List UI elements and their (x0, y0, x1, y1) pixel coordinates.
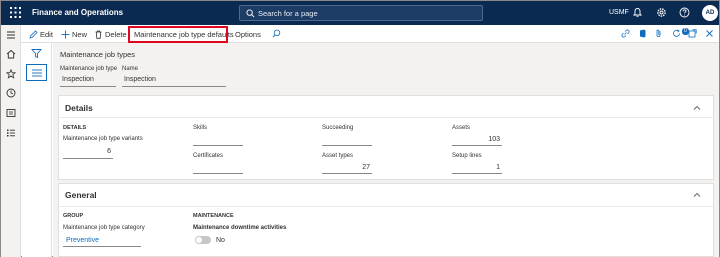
downtime-value: No (216, 237, 225, 244)
list-icon (32, 69, 42, 77)
help-icon[interactable] (679, 7, 690, 18)
app-title[interactable]: Finance and Operations (32, 8, 123, 17)
succeeding-underline (322, 145, 372, 146)
filter-pane (22, 43, 52, 257)
company-picker[interactable]: USMF (609, 9, 629, 16)
modules-list-icon[interactable] (6, 128, 16, 138)
downtime-label: Maintenance downtime activities (193, 225, 287, 231)
general-group-label: GROUP (63, 213, 84, 219)
show-list-button[interactable] (26, 64, 47, 81)
name-value[interactable]: Inspection (124, 76, 156, 83)
page-title: Maintenance job types (60, 50, 136, 59)
succeeding-label: Succeeding (322, 125, 354, 131)
certificates-label: Certificates (193, 153, 224, 159)
details-header[interactable]: Details (65, 103, 93, 113)
filter-icon[interactable] (31, 48, 42, 59)
downtime-toggle[interactable] (195, 236, 211, 244)
name-underline (122, 86, 226, 87)
asset-types-underline (322, 173, 372, 174)
options-label: Options (235, 30, 261, 39)
setup-lines-value[interactable]: 1 (452, 164, 500, 171)
user-avatar[interactable]: AD (702, 5, 718, 21)
job-type-value[interactable]: Inspection (62, 76, 94, 83)
job-type-label: Maintenance job type (60, 66, 118, 72)
refresh-icon[interactable] (672, 29, 681, 38)
search-placeholder: Search for a page (258, 9, 318, 18)
skills-label: Skills (193, 125, 208, 131)
variants-value[interactable]: 6 (65, 148, 111, 155)
general-header[interactable]: General (65, 190, 97, 200)
details-separator (59, 117, 713, 118)
hamburger-menu-icon[interactable] (6, 30, 16, 40)
attachments-icon[interactable] (654, 29, 663, 38)
delete-label: Delete (105, 30, 127, 39)
main-content: Maintenance job types Maintenance job ty… (53, 43, 719, 257)
plus-icon (61, 30, 70, 39)
skills-underline (193, 145, 243, 146)
maintenance-group-label: MAINTENANCE (193, 213, 234, 219)
general-fasttab: General GROUP Maintenance job type categ… (58, 183, 714, 257)
chevron-up-icon[interactable] (693, 191, 701, 199)
setup-lines-label: Setup lines (452, 153, 482, 159)
variants-underline (63, 158, 113, 159)
job-type-underline (60, 86, 116, 87)
assets-value[interactable]: 103 (452, 136, 500, 143)
trash-icon (95, 30, 102, 39)
certificates-underline (193, 173, 243, 174)
setup-lines-underline (452, 173, 502, 174)
asset-types-value[interactable]: 27 (322, 164, 370, 171)
clock-icon[interactable] (6, 88, 16, 98)
category-label: Maintenance job type category (63, 225, 145, 231)
bell-icon[interactable] (632, 7, 643, 18)
asset-types-label: Asset types (322, 153, 354, 159)
chevron-up-icon[interactable] (693, 104, 701, 112)
home-icon[interactable] (6, 49, 16, 59)
general-separator (59, 206, 713, 207)
top-nav-bar: Finance and Operations Search for a page… (1, 1, 719, 25)
nav-sidebar (1, 25, 21, 257)
category-underline (63, 246, 141, 247)
assets-label: Assets (452, 125, 471, 131)
close-icon[interactable] (705, 29, 714, 38)
variants-label: Maintenance job type variants (63, 136, 143, 142)
gear-icon[interactable] (656, 7, 667, 18)
details-fasttab: Details DETAILS Maintenance job type var… (58, 95, 714, 180)
search-box[interactable]: Search for a page (239, 5, 483, 21)
name-label: Name (122, 66, 139, 72)
assets-underline (452, 145, 502, 146)
link-icon[interactable] (621, 29, 630, 38)
pencil-icon (29, 30, 38, 39)
action-search-icon[interactable] (272, 29, 281, 38)
workspaces-icon[interactable] (6, 108, 16, 118)
action-pane: Edit New Delete Maintenance job type def… (21, 25, 719, 43)
office-icon[interactable] (638, 29, 647, 38)
toggle-knob (196, 237, 202, 243)
open-in-new-window-icon[interactable] (688, 29, 697, 38)
defaults-highlight-box (128, 26, 228, 43)
category-value-link[interactable]: Preventive (66, 237, 99, 244)
edit-label: Edit (40, 30, 53, 39)
star-icon[interactable] (6, 69, 16, 79)
search-icon (246, 9, 255, 18)
new-label: New (72, 30, 88, 39)
details-group-label: DETAILS (63, 125, 87, 131)
waffle-menu-icon[interactable] (9, 6, 22, 19)
